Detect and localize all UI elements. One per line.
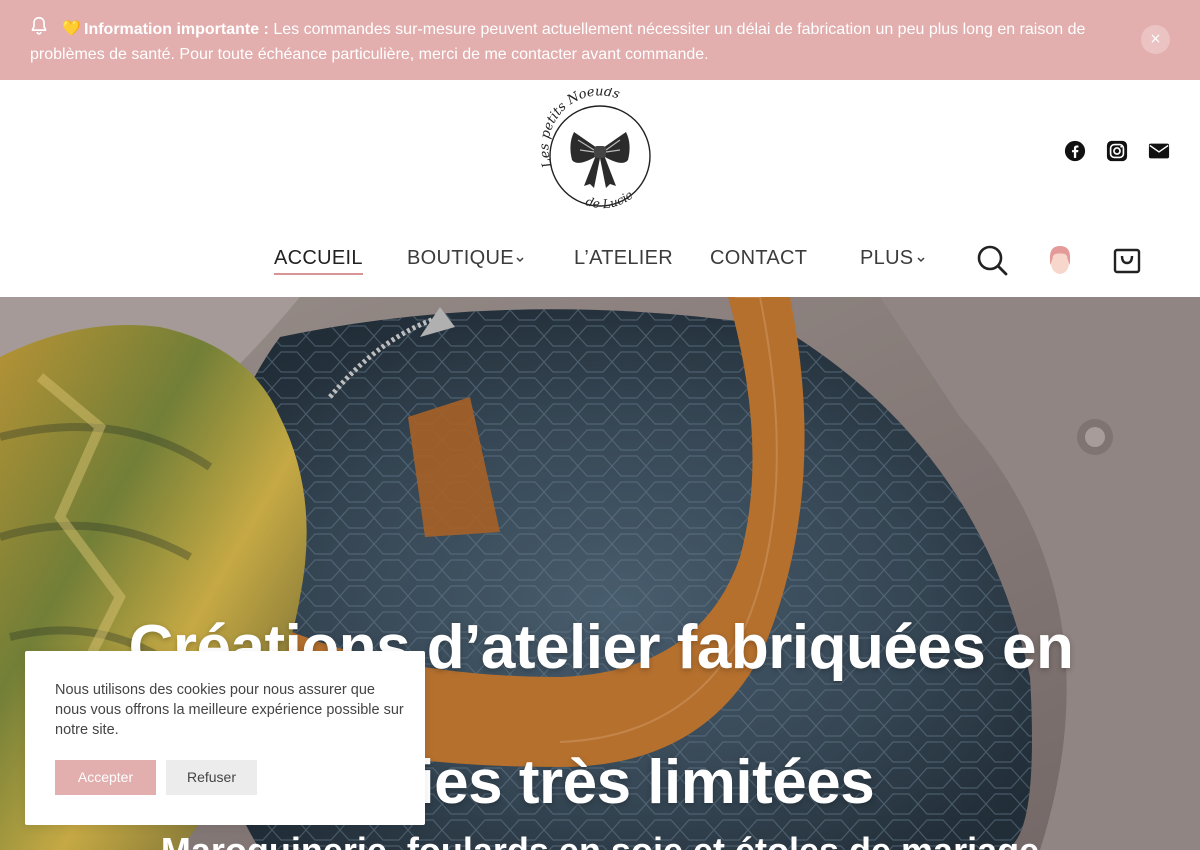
chevron-down-icon	[917, 257, 925, 263]
instagram-icon[interactable]	[1106, 140, 1128, 162]
notice-label: Information importante :	[84, 21, 269, 38]
search-icon[interactable]	[976, 244, 1008, 276]
chevron-down-icon	[516, 257, 524, 263]
nav-item-atelier[interactable]: L’ATELIER	[574, 247, 673, 273]
active-underline	[274, 273, 363, 275]
nav-item-boutique[interactable]: BOUTIQUE	[407, 247, 524, 273]
cookie-consent-box: Nous utilisons des cookies pour nous ass…	[25, 651, 425, 825]
nav-item-label: PLUS	[860, 247, 914, 269]
refuse-cookies-button[interactable]: Refuser	[166, 760, 257, 795]
accept-cookies-button[interactable]: Accepter	[55, 760, 156, 795]
facebook-icon[interactable]	[1064, 140, 1086, 162]
hero-subtitle: Maroquinerie, foulards en soie et étoles…	[0, 830, 1200, 850]
nav-item-accueil[interactable]: ACCUEIL	[274, 247, 363, 275]
cookie-message: Nous utilisons des cookies pour nous ass…	[55, 682, 404, 738]
close-notice-button[interactable]: ×	[1141, 25, 1170, 54]
site-header: Les petits Noeuds de Lucie ACCUEIL BOUTI…	[0, 80, 1200, 297]
nav-item-contact[interactable]: CONTACT	[710, 247, 807, 273]
nav-item-plus[interactable]: PLUS	[860, 247, 925, 273]
nav-item-label: CONTACT	[710, 247, 808, 269]
account-icon[interactable]	[1044, 243, 1076, 277]
nav-item-label: BOUTIQUE	[407, 247, 514, 269]
mail-icon[interactable]	[1148, 140, 1170, 162]
nav-item-label: L’ATELIER	[574, 247, 674, 269]
cart-icon[interactable]	[1113, 244, 1141, 274]
notice-text: Information importante : Les commandes s…	[30, 17, 1135, 67]
site-logo[interactable]: Les petits Noeuds de Lucie	[532, 88, 668, 224]
nav-item-label: ACCUEIL	[274, 247, 363, 269]
notice-banner: 💛 Information importante : Les commandes…	[0, 0, 1200, 80]
